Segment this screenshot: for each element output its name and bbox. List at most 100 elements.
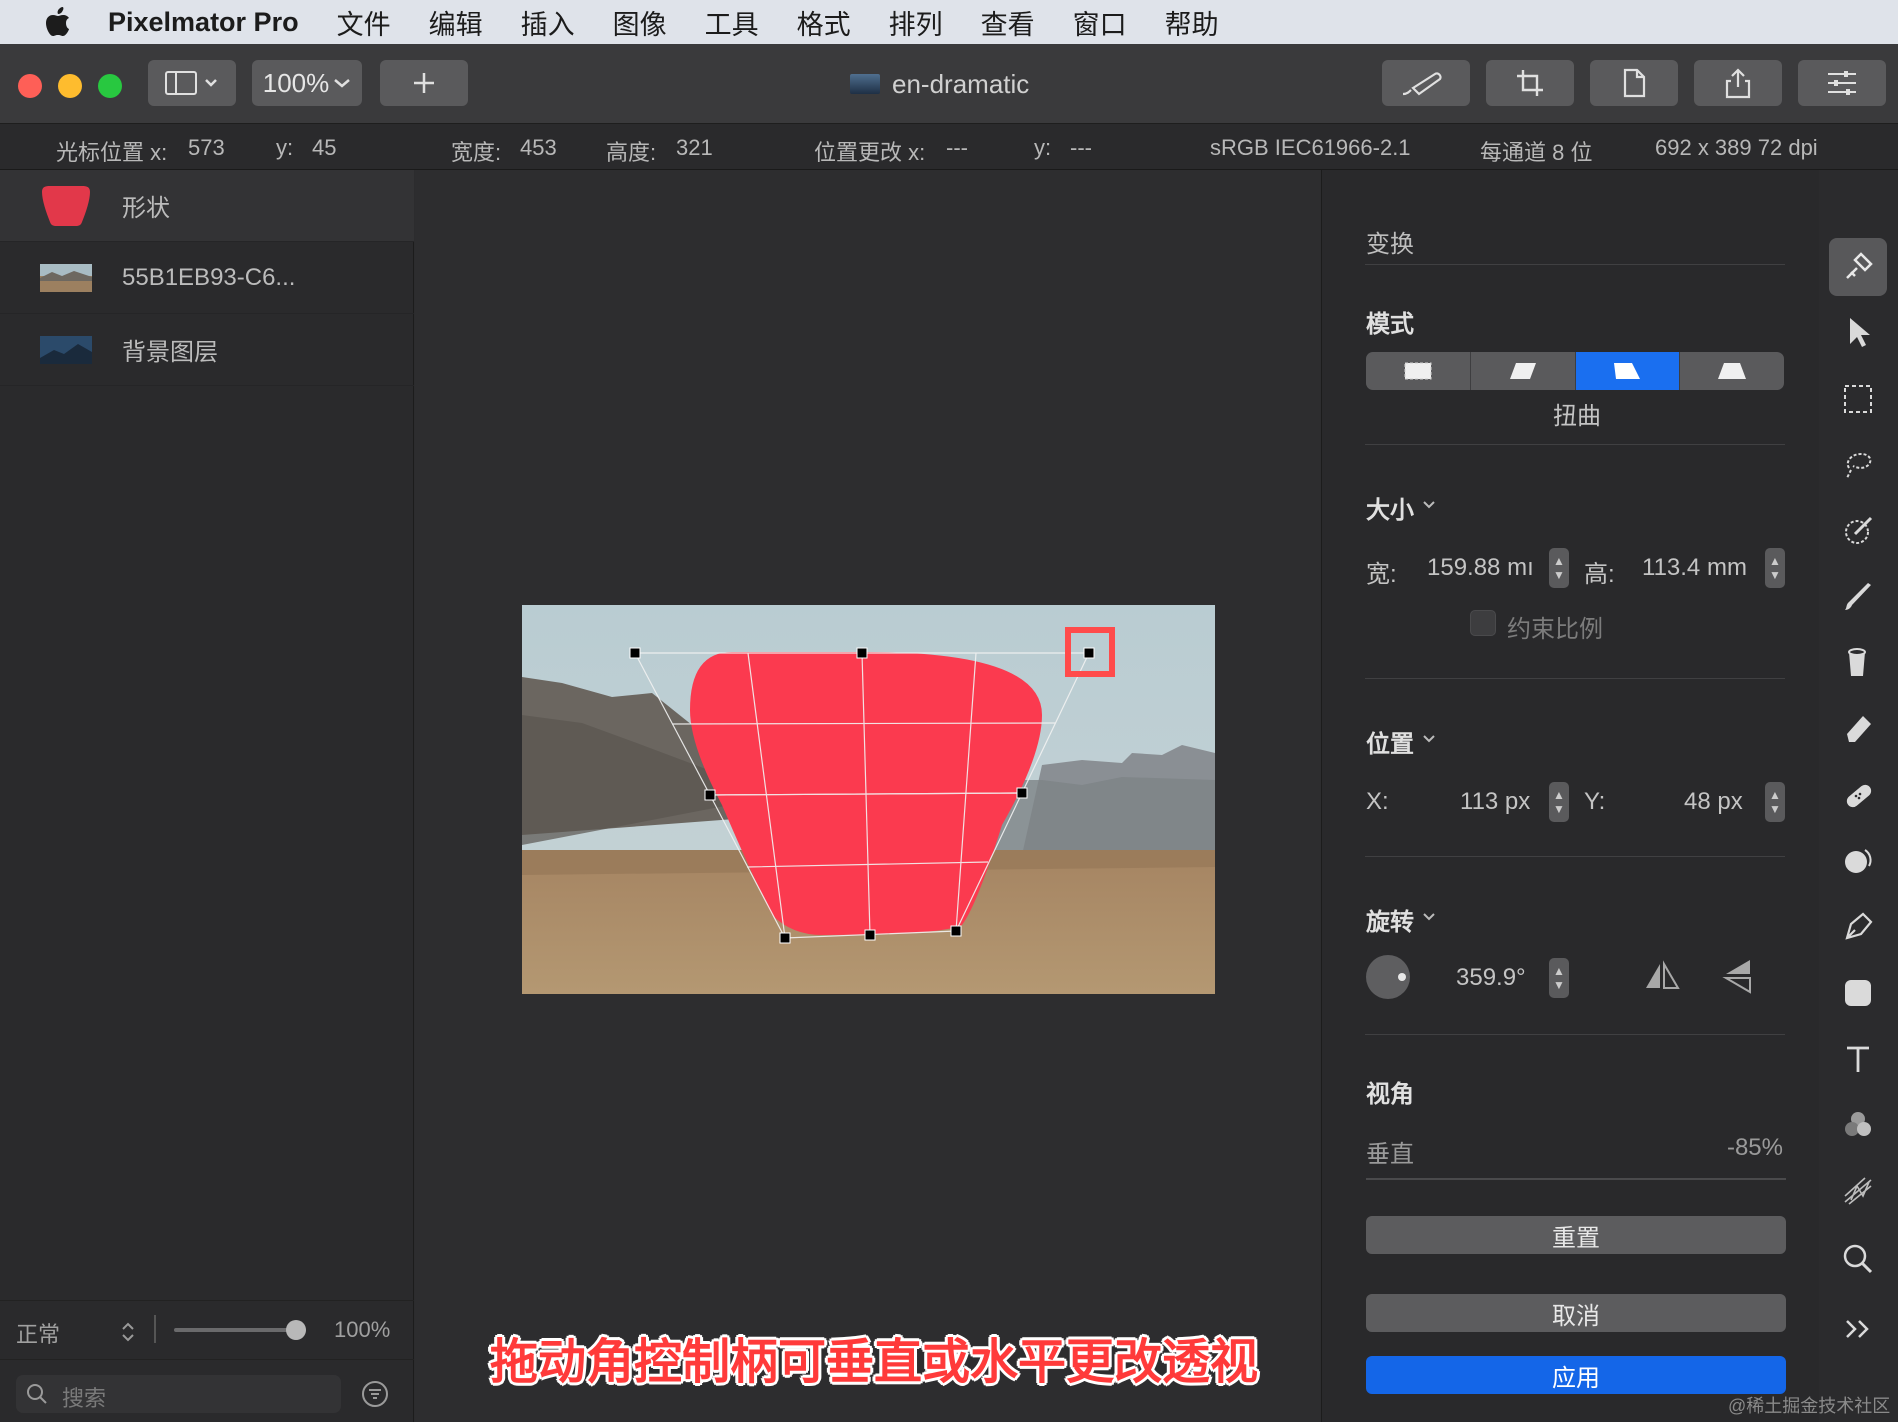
divider [1365,264,1785,265]
export-file-button[interactable] [1590,60,1678,106]
reset-button[interactable]: 重置 [1366,1216,1786,1254]
share-button[interactable] [1694,60,1782,106]
menu-window[interactable]: 窗口 [1073,3,1127,42]
flip-horizontal-icon[interactable] [1642,960,1682,994]
menu-file[interactable]: 文件 [337,3,391,42]
opacity-value: 100% [334,1317,391,1342]
layer-search-field[interactable]: 搜索 [16,1375,341,1413]
apple-menu-icon[interactable] [36,0,80,44]
style-tool[interactable] [1829,238,1887,296]
pen-icon [1845,912,1873,940]
cancel-button[interactable]: 取消 [1366,1294,1786,1332]
mode-scale-button[interactable] [1366,352,1471,390]
sliders-icon [1828,71,1856,95]
fill-tool[interactable] [1829,634,1887,692]
add-button[interactable] [380,60,468,106]
constrain-label: 约束比例 [1507,616,1603,643]
x-field[interactable]: 113 px [1460,788,1530,816]
menu-help[interactable]: 帮助 [1165,3,1219,42]
layer-item[interactable]: 形状 [0,170,414,242]
menu-image[interactable]: 图像 [613,3,667,42]
effects-tool[interactable] [1829,1096,1887,1154]
width-stepper[interactable]: ▲ ▼ [1549,548,1569,588]
divider [1365,444,1785,445]
blend-mode-select[interactable]: 正常 [16,1317,60,1349]
tools-sidebar [1819,170,1898,1422]
color-adjust-tool[interactable] [1829,832,1887,890]
rotation-heading[interactable]: 旋转 [1366,902,1414,937]
layer-item[interactable]: 背景图层 [0,314,414,386]
zoom-tool[interactable] [1829,1230,1887,1288]
distort-tool[interactable] [1829,1162,1887,1220]
mode-distort-button[interactable] [1575,352,1681,390]
select-tool[interactable] [1829,370,1887,428]
menu-arrange[interactable]: 排列 [889,3,943,42]
height-stepper[interactable]: ▲ ▼ [1765,548,1785,588]
apply-button[interactable]: 应用 [1366,1356,1786,1394]
vertical-value[interactable]: -85% [1727,1134,1783,1162]
repair-tool[interactable] [1829,766,1887,824]
zoom-select[interactable]: 100% [252,60,362,106]
layer-item[interactable]: 55B1EB93-C6... [0,242,414,314]
flip-vertical-icon[interactable] [1722,956,1756,996]
paint-tool[interactable] [1829,568,1887,626]
eraser-tool[interactable] [1829,700,1887,758]
pen-tool[interactable] [1829,898,1887,956]
width-field-label: 宽: [1366,561,1397,588]
sidebar-toggle-button[interactable] [148,60,236,106]
width-field[interactable]: 159.88 mı [1427,554,1534,582]
menu-format[interactable]: 格式 [797,3,851,42]
more-tools-button[interactable] [1829,1300,1887,1358]
document-canvas[interactable] [522,605,1215,994]
search-icon [27,1384,47,1404]
arrange-tool[interactable] [1829,304,1887,362]
constrain-checkbox[interactable] [1470,610,1496,636]
zoom-value: 100% [262,67,330,98]
plus-icon [414,73,434,93]
mode-segmented-control [1366,352,1784,390]
minimize-window-button[interactable] [58,74,82,98]
rotation-stepper[interactable]: ▲ ▼ [1549,958,1569,998]
distorted-shape[interactable] [522,605,1215,994]
style-tool-button[interactable] [1382,60,1470,106]
position-heading[interactable]: 位置 [1366,724,1414,759]
size-heading[interactable]: 大小 [1366,490,1414,525]
menu-insert[interactable]: 插入 [521,3,575,42]
opacity-slider[interactable] [174,1320,306,1340]
filter-icon[interactable] [361,1380,389,1408]
close-window-button[interactable] [18,74,42,98]
zoom-window-button[interactable] [98,74,122,98]
mode-heading: 模式 [1366,311,1414,338]
app-name-menu[interactable]: Pixelmator Pro [108,7,299,38]
brush-stroke-icon [1402,72,1442,96]
mode-active-label: 扭曲 [1553,403,1601,430]
document-thumbnail [850,74,880,94]
y-field[interactable]: 48 px [1684,788,1743,816]
x-stepper[interactable]: ▲ ▼ [1549,782,1569,822]
distort-mode-icon [1614,363,1641,379]
vertical-slider[interactable] [1366,1178,1786,1180]
shape-tool[interactable] [1829,964,1887,1022]
crop-button[interactable] [1486,60,1574,106]
fill-icon [1848,648,1866,676]
menu-edit[interactable]: 编辑 [429,3,483,42]
magic-wand-tool[interactable] [1829,502,1887,560]
chevron-down-icon [1423,735,1435,743]
opacity-slider-knob[interactable] [286,1320,306,1340]
mode-skew-button[interactable] [1471,352,1576,390]
menu-tools[interactable]: 工具 [705,3,759,42]
tools-settings-button[interactable] [1798,60,1886,106]
y-stepper[interactable]: ▲ ▼ [1765,782,1785,822]
mode-perspective-button[interactable] [1680,352,1784,390]
chevron-down-icon [1423,501,1435,509]
select-icon [1844,385,1872,413]
height-field[interactable]: 113.4 mm [1642,554,1747,582]
rotation-field[interactable]: 359.9° [1456,964,1526,992]
x-field-label: X: [1366,788,1389,815]
document-title: en-dramatic [850,66,1029,102]
type-tool[interactable] [1829,1030,1887,1088]
rotation-dial[interactable] [1365,954,1411,1000]
y-field-label: Y: [1584,788,1606,815]
lasso-tool[interactable] [1829,436,1887,494]
menu-view[interactable]: 查看 [981,3,1035,42]
